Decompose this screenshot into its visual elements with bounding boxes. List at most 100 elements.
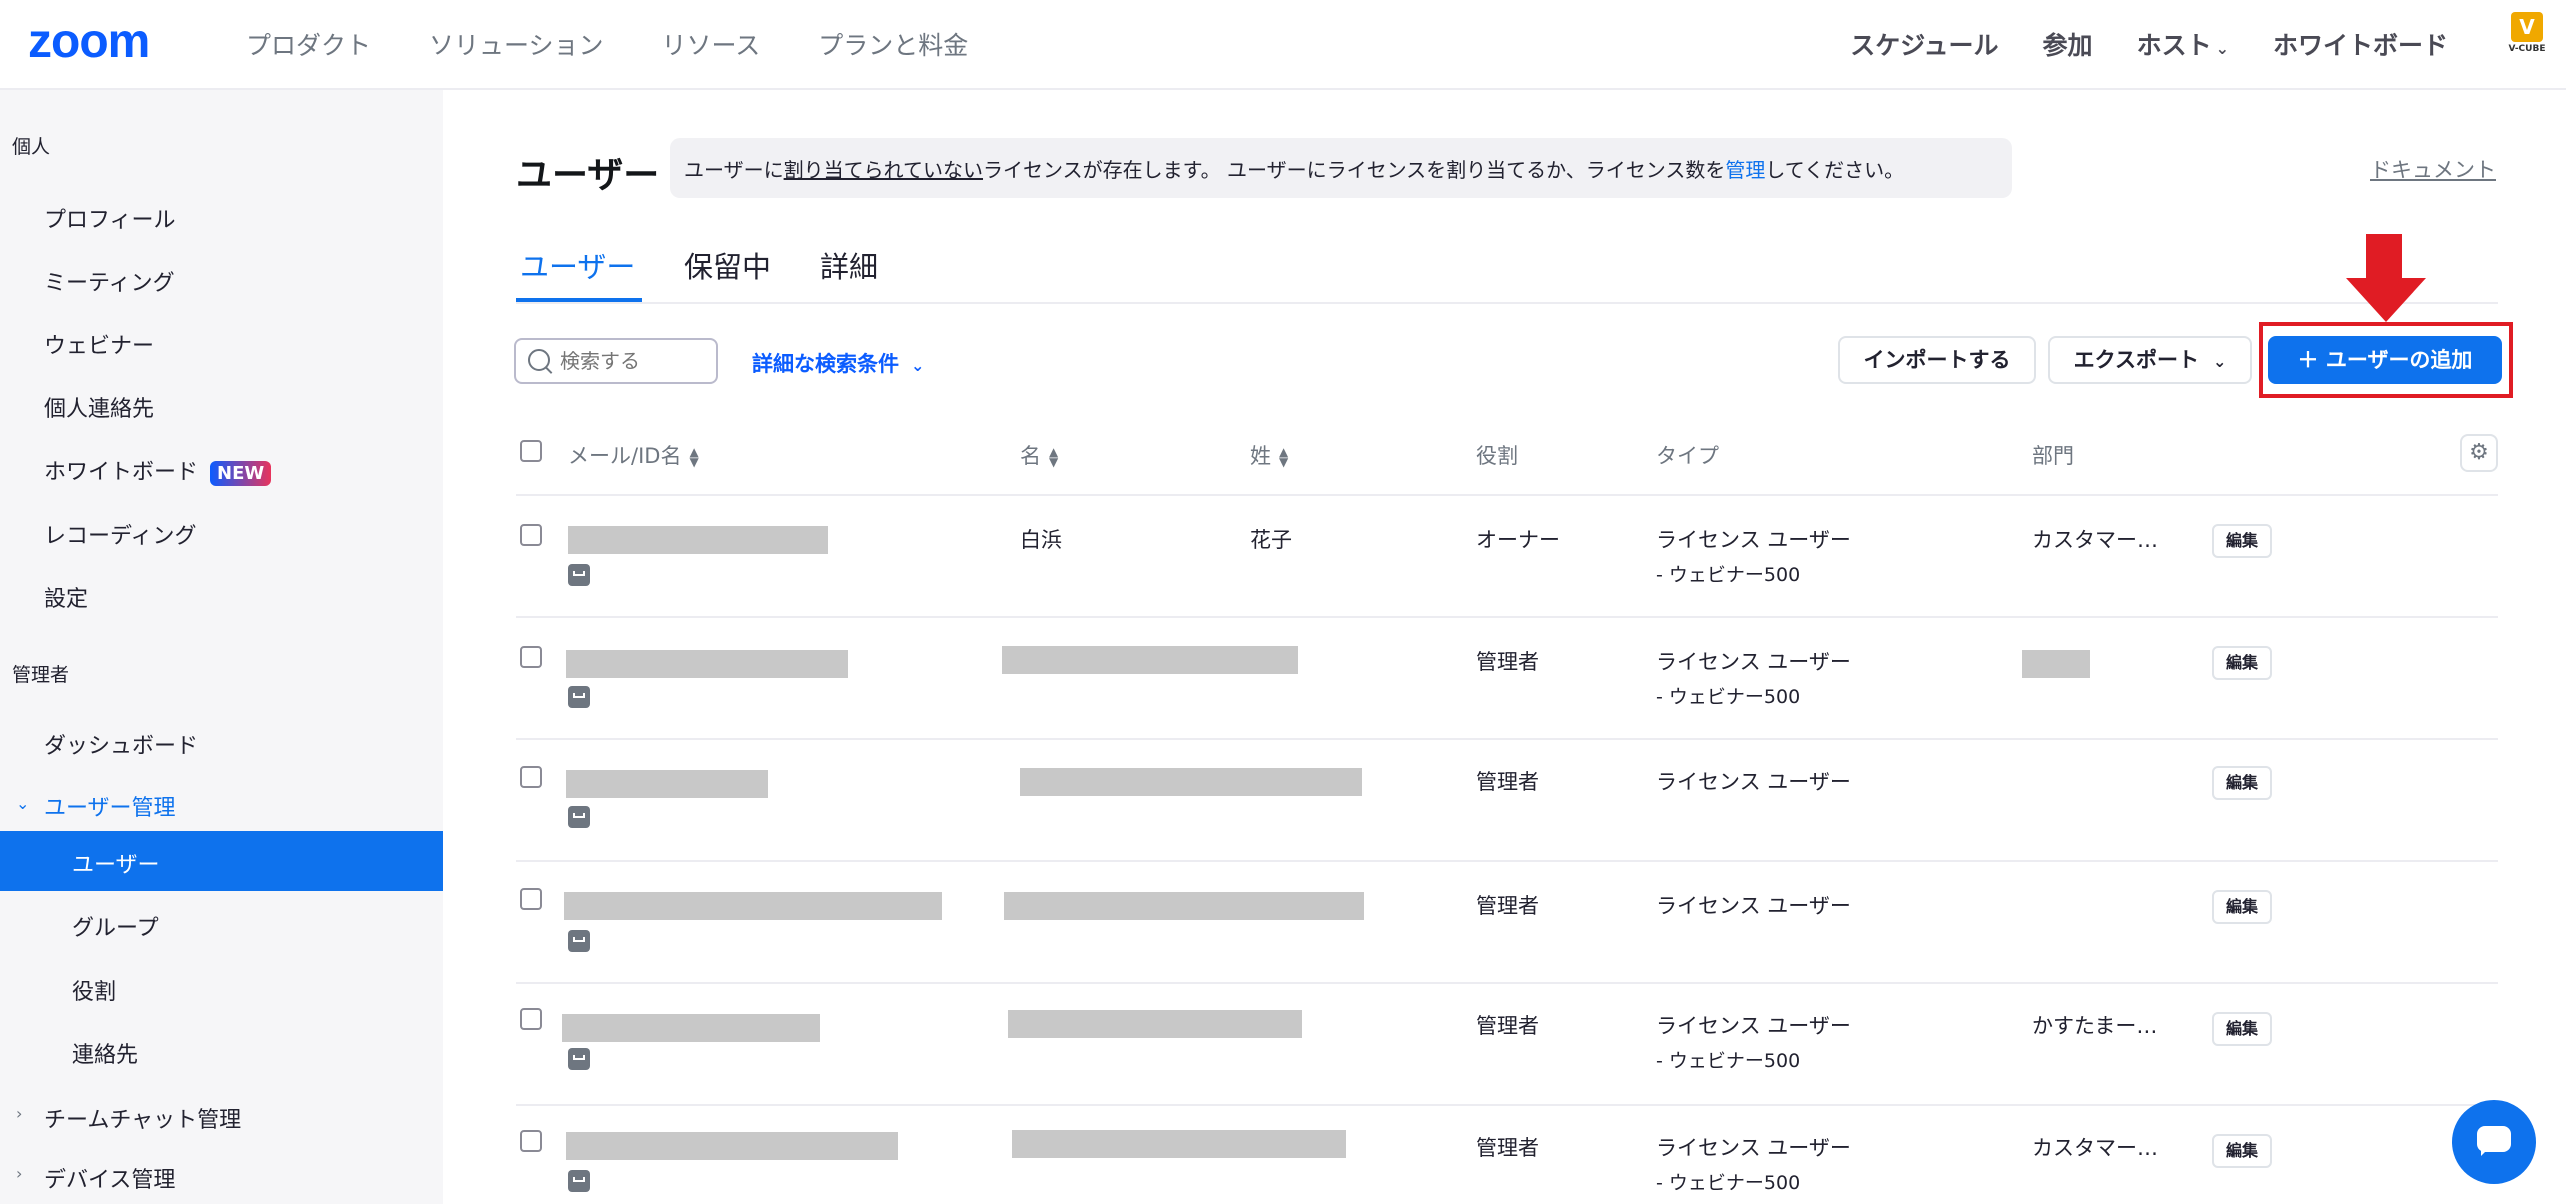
search-input[interactable]: [558, 348, 712, 374]
import-button[interactable]: インポートする: [1838, 336, 2036, 384]
sidebar-item-meetings[interactable]: ミーティング: [44, 265, 175, 297]
row-checkbox[interactable]: [520, 1130, 542, 1152]
role: オーナー: [1476, 528, 1560, 552]
redacted-name: [1008, 1010, 1302, 1038]
tab-users[interactable]: ユーザー: [520, 244, 635, 286]
redacted-email: [566, 650, 848, 678]
row-checkbox[interactable]: [520, 766, 542, 788]
search-icon: [528, 349, 550, 371]
page-title: ユーザー: [516, 155, 660, 196]
export-button-label: エクスポート: [2073, 348, 2199, 372]
redacted-name: [1002, 646, 1298, 674]
sidebar-item-users[interactable]: ユーザー: [0, 831, 443, 891]
vcube-logo[interactable]: V V-CUBE: [2506, 12, 2548, 62]
highlight-box: [2259, 322, 2513, 398]
tab-pending[interactable]: 保留中: [684, 244, 771, 286]
nav-host-label: ホスト: [2136, 31, 2212, 60]
gear-icon[interactable]: ⚙: [2460, 434, 2498, 472]
column-header-last-name[interactable]: 姓 ▲ ▼: [1250, 440, 1288, 470]
tabs: ユーザー 保留中 詳細: [516, 240, 2498, 304]
row-checkbox[interactable]: [520, 646, 542, 668]
sidebar-item-roles[interactable]: 役割: [72, 974, 116, 1006]
sidebar-item-device-management[interactable]: デバイス管理: [44, 1162, 175, 1194]
edit-button[interactable]: 編集: [2212, 1134, 2272, 1168]
arrow-down-head-icon: [2346, 278, 2426, 322]
row-checkbox[interactable]: [520, 888, 542, 910]
user-type: ライセンス ユーザー: [1656, 770, 1851, 794]
sidebar-item-groups[interactable]: グループ: [72, 910, 159, 942]
user-type-sub: - ウェビナー500: [1656, 1050, 1801, 1072]
redacted-email: [562, 1014, 820, 1042]
table-header: メール/ID名 ▲ ▼ 名 ▲ ▼ 姓 ▲ ▼ 役割 タイプ 部門 ⚙: [516, 420, 2498, 496]
edit-button[interactable]: 編集: [2212, 646, 2272, 680]
user-type: ライセンス ユーザー: [1656, 528, 1851, 552]
table-row: 管理者 ライセンス ユーザー 編集: [516, 862, 2498, 984]
sidebar-item-whiteboards[interactable]: ホワイトボード NEW: [44, 454, 272, 486]
sidebar-item-team-chat[interactable]: チームチャット管理: [44, 1102, 241, 1134]
chevron-down-icon: ⌄: [2215, 39, 2229, 58]
department: かすたまー…: [2032, 1014, 2158, 1038]
export-button[interactable]: エクスポート ⌄: [2048, 336, 2252, 384]
nav-solutions[interactable]: ソリューション: [429, 26, 604, 62]
mail-icon: [568, 1048, 590, 1070]
chevron-down-icon: ⌄: [16, 794, 30, 813]
sort-icon: ▲ ▼: [689, 445, 699, 469]
notice-text-2: ライセンスが存在します。 ユーザーにライセンスを割り当てるか、ライセンス数を: [983, 158, 1726, 182]
notice-unassigned-link[interactable]: 割り当てられていない: [784, 158, 983, 182]
column-header-first-name[interactable]: 名 ▲ ▼: [1020, 440, 1058, 470]
user-type-sub: - ウェビナー500: [1656, 686, 1801, 708]
notice-text-1: ユーザーに: [684, 158, 784, 182]
notice-manage-link[interactable]: 管理: [1725, 158, 1765, 182]
chevron-down-icon: ⌄: [2212, 352, 2227, 371]
mail-icon: [568, 564, 590, 586]
select-all-checkbox[interactable]: [520, 440, 542, 462]
edit-button[interactable]: 編集: [2212, 1012, 2272, 1046]
column-header-department: 部門: [2032, 444, 2074, 468]
sidebar-item-contacts[interactable]: 連絡先: [72, 1037, 138, 1069]
row-checkbox[interactable]: [520, 524, 542, 546]
chat-support-button[interactable]: [2452, 1100, 2536, 1184]
redacted-name: [1020, 768, 1362, 796]
sidebar-item-user-management[interactable]: ユーザー管理: [44, 790, 176, 822]
redacted-department: [2022, 650, 2090, 678]
new-badge: NEW: [210, 460, 272, 486]
chevron-down-icon: ⌄: [911, 356, 925, 375]
edit-button[interactable]: 編集: [2212, 524, 2272, 558]
arrow-down-icon: [2366, 234, 2402, 280]
nav-join[interactable]: 参加: [2043, 26, 2093, 62]
user-type: ライセンス ユーザー: [1656, 1136, 1851, 1160]
nav-product[interactable]: プロダクト: [246, 26, 371, 62]
user-type: ライセンス ユーザー: [1656, 894, 1851, 918]
role: 管理者: [1476, 770, 1539, 794]
column-header-type: タイプ: [1656, 444, 1719, 468]
sidebar-item-dashboard[interactable]: ダッシュボード: [44, 728, 198, 760]
row-checkbox[interactable]: [520, 1008, 542, 1030]
zoom-logo[interactable]: zoom: [28, 14, 150, 69]
chevron-right-icon: ›: [16, 1104, 23, 1123]
edit-button[interactable]: 編集: [2212, 766, 2272, 800]
chevron-right-icon: ›: [16, 1164, 23, 1183]
nav-plans-pricing[interactable]: プランと料金: [818, 26, 968, 62]
sidebar-item-settings[interactable]: 設定: [44, 581, 88, 613]
sidebar-item-personal-contacts[interactable]: 個人連絡先: [44, 391, 154, 423]
mail-icon: [568, 1170, 590, 1192]
tab-advanced[interactable]: 詳細: [820, 244, 878, 286]
vcube-mark-icon: V: [2511, 12, 2543, 42]
nav-resources[interactable]: リソース: [662, 26, 761, 62]
sidebar-item-recordings[interactable]: レコーディング: [44, 518, 196, 550]
active-tab-indicator: [516, 298, 642, 302]
mail-icon: [568, 686, 590, 708]
sidebar-item-profile[interactable]: プロフィール: [44, 202, 176, 234]
advanced-search-label: 詳細な検索条件: [752, 352, 899, 376]
advanced-search-toggle[interactable]: 詳細な検索条件 ⌄: [752, 348, 924, 378]
column-header-email[interactable]: メール/ID名 ▲ ▼: [568, 440, 699, 470]
edit-button[interactable]: 編集: [2212, 890, 2272, 924]
sidebar-item-webinars[interactable]: ウェビナー: [44, 328, 154, 360]
documentation-link[interactable]: ドキュメント: [2370, 154, 2496, 184]
column-header-last-name-label: 姓: [1250, 444, 1271, 468]
nav-schedule[interactable]: スケジュール: [1850, 26, 1998, 62]
department: カスタマー…: [2032, 528, 2158, 552]
nav-whiteboard[interactable]: ホワイトボード: [2273, 26, 2448, 62]
nav-host[interactable]: ホスト ⌄: [2137, 26, 2229, 62]
first-name: 白浜: [1020, 528, 1062, 552]
